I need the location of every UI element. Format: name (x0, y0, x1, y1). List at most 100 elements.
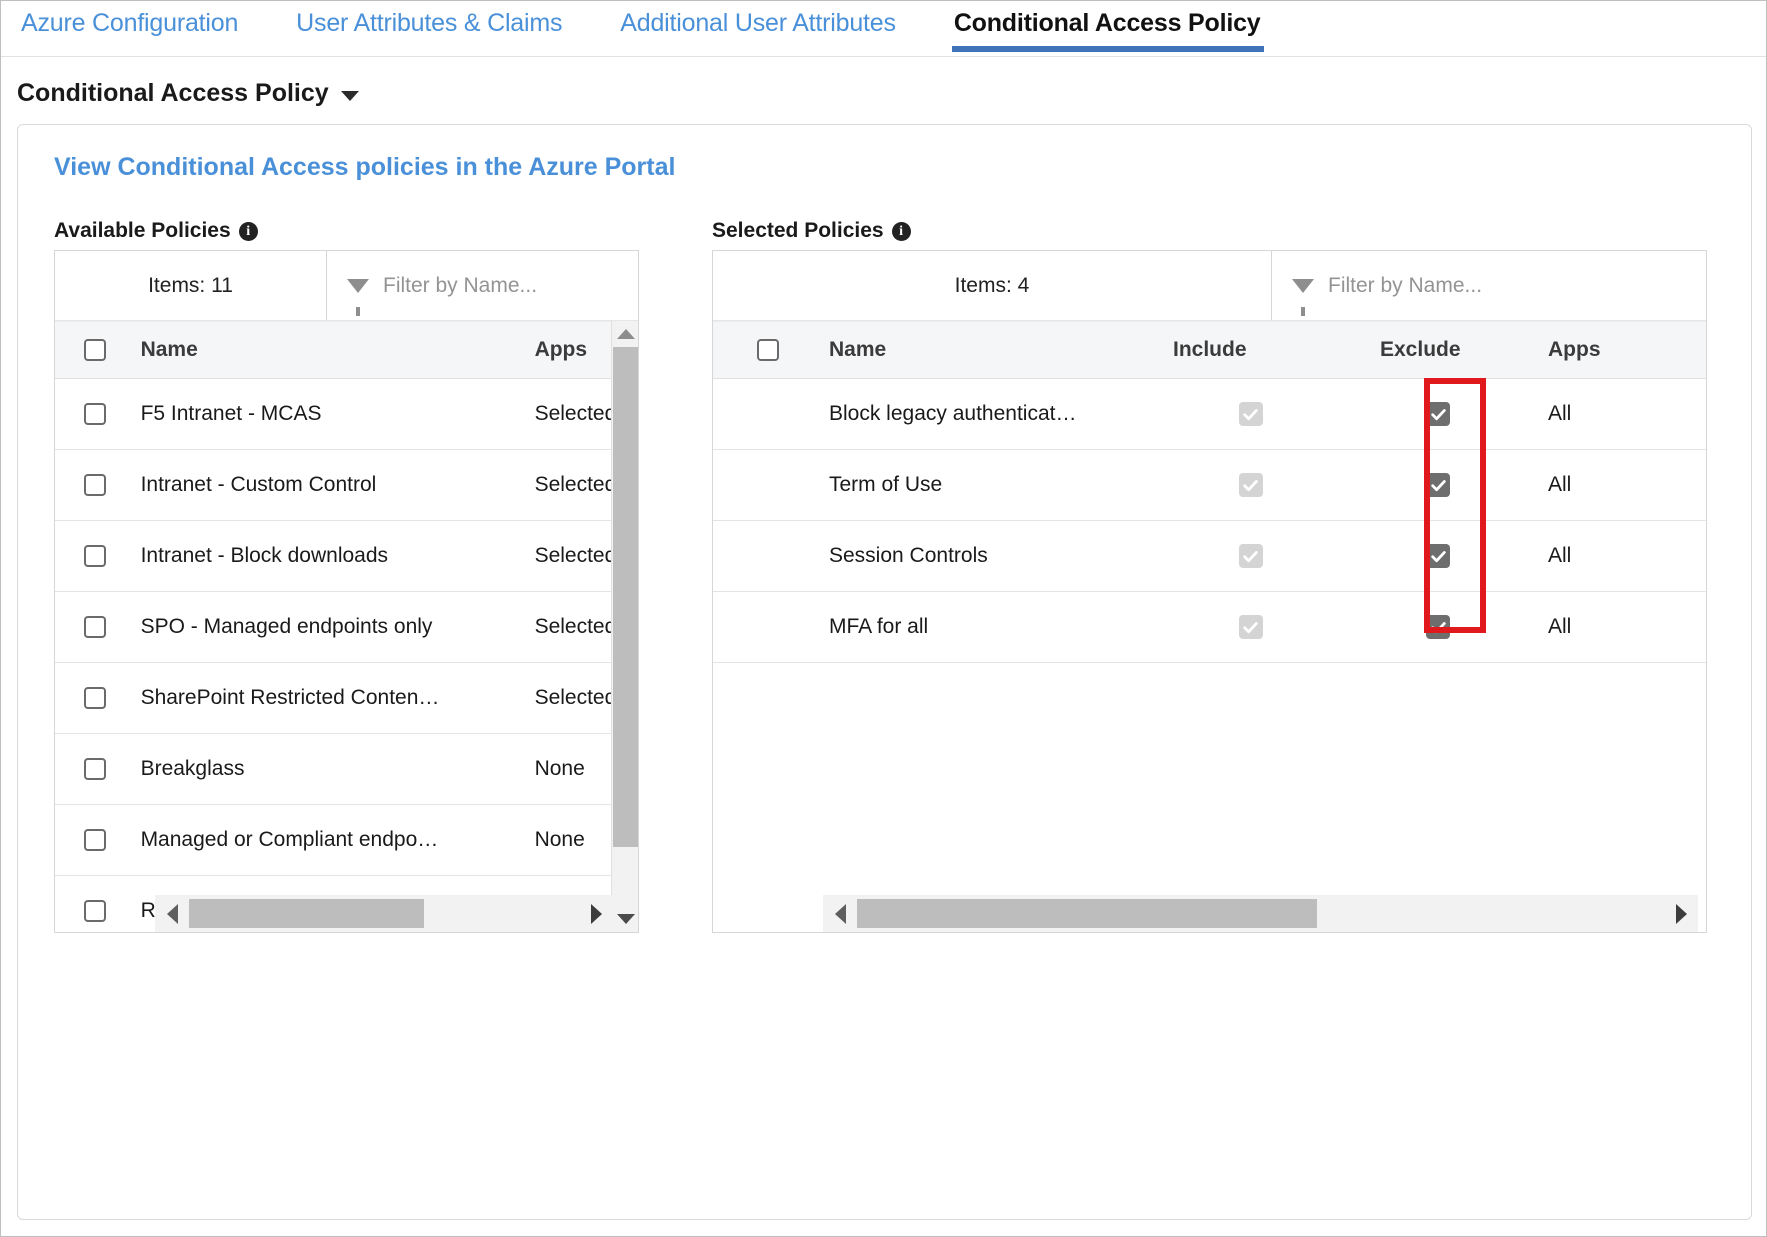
table-row[interactable]: Intranet - Custom Control Selected (55, 450, 638, 521)
row-name: MFA for all (823, 615, 1143, 639)
available-horizontal-scrollbar[interactable] (155, 895, 613, 932)
scroll-left-icon[interactable] (823, 904, 857, 924)
checkbox-exclude[interactable] (1426, 473, 1450, 497)
checkbox-row[interactable] (84, 545, 106, 567)
table-row[interactable]: SPO - Managed endpoints only Selected (55, 592, 638, 663)
selected-filter-input[interactable]: Filter by Name... (1272, 251, 1706, 320)
row-checkbox-cell[interactable] (55, 829, 135, 851)
table-row[interactable]: Session Controls All (713, 521, 1706, 592)
row-exclude-cell[interactable] (1358, 615, 1518, 639)
row-exclude-cell[interactable] (1358, 473, 1518, 497)
scroll-right-icon[interactable] (1664, 904, 1698, 924)
selected-toolbar: Items: 4 Filter by Name... (713, 251, 1706, 321)
selected-policies-table: Items: 4 Filter by Name... Name Include … (712, 250, 1707, 933)
row-include-cell (1143, 473, 1358, 497)
available-select-all-cell[interactable] (55, 339, 135, 361)
funnel-icon (1292, 279, 1314, 293)
selected-hscroll-thumb[interactable] (857, 899, 1317, 928)
table-row[interactable]: SharePoint Restricted Conten… Selected (55, 663, 638, 734)
scroll-down-icon[interactable] (612, 906, 639, 932)
available-filter-input[interactable]: Filter by Name... (327, 251, 638, 320)
available-vscroll-thumb[interactable] (613, 347, 638, 847)
checkbox-exclude[interactable] (1426, 544, 1450, 568)
selected-table-header: Name Include Exclude Apps (713, 321, 1706, 379)
row-name: F5 Intranet - MCAS (135, 402, 535, 426)
table-row[interactable]: Term of Use All (713, 450, 1706, 521)
row-checkbox-cell[interactable] (55, 616, 135, 638)
checkbox-exclude[interactable] (1426, 615, 1450, 639)
azure-portal-link[interactable]: View Conditional Access policies in the … (54, 153, 675, 182)
checkbox-row[interactable] (84, 616, 106, 638)
table-row[interactable]: F5 Intranet - MCAS Selected (55, 379, 638, 450)
tab-bar: Azure Configuration User Attributes & Cl… (1, 1, 1766, 57)
row-name: Block legacy authenticat… (823, 402, 1143, 426)
checkbox-include (1239, 544, 1263, 568)
table-row[interactable]: Block legacy authenticat… All (713, 379, 1706, 450)
selected-select-all-cell[interactable] (713, 339, 823, 361)
row-apps: All (1518, 402, 1638, 426)
scroll-left-icon[interactable] (155, 904, 189, 924)
row-include-cell (1143, 615, 1358, 639)
funnel-icon (347, 279, 369, 293)
row-exclude-cell[interactable] (1358, 402, 1518, 426)
checkbox-row[interactable] (84, 829, 106, 851)
row-include-cell (1143, 544, 1358, 568)
info-icon[interactable]: i (239, 222, 258, 241)
available-filter-placeholder: Filter by Name... (383, 274, 537, 298)
checkbox-select-all-available[interactable] (84, 339, 106, 361)
checkbox-row[interactable] (84, 474, 106, 496)
row-apps: All (1518, 473, 1638, 497)
row-checkbox-cell[interactable] (55, 403, 135, 425)
checkbox-include (1239, 615, 1263, 639)
scroll-right-icon[interactable] (579, 904, 613, 924)
page-title: Conditional Access Policy (17, 79, 329, 108)
selected-policies-label: Selected Policies i (712, 219, 911, 243)
table-row[interactable]: MFA for all All (713, 592, 1706, 663)
info-icon[interactable]: i (892, 222, 911, 241)
column-header-exclude[interactable]: Exclude (1358, 338, 1518, 362)
row-name: Term of Use (823, 473, 1143, 497)
row-name: Intranet - Custom Control (135, 473, 535, 497)
table-row[interactable]: Breakglass None (55, 734, 638, 805)
column-header-include[interactable]: Include (1143, 338, 1358, 362)
scroll-up-icon[interactable] (612, 321, 639, 347)
row-name: SPO - Managed endpoints only (135, 615, 535, 639)
row-exclude-cell[interactable] (1358, 544, 1518, 568)
checkbox-row[interactable] (84, 758, 106, 780)
column-header-apps[interactable]: Apps (1518, 338, 1638, 362)
policy-card: View Conditional Access policies in the … (17, 124, 1752, 1220)
tab-conditional-access-policy[interactable]: Conditional Access Policy (950, 1, 1283, 50)
checkbox-select-all-selected[interactable] (757, 339, 779, 361)
checkbox-include (1239, 402, 1263, 426)
tab-azure-configuration[interactable]: Azure Configuration (17, 1, 260, 50)
table-row[interactable]: Managed or Compliant endpo… None (55, 805, 638, 876)
row-checkbox-cell[interactable] (55, 758, 135, 780)
available-hscroll-thumb[interactable] (189, 899, 424, 928)
available-toolbar: Items: 11 Filter by Name... (55, 251, 638, 321)
table-row[interactable]: Intranet - Block downloads Selected (55, 521, 638, 592)
selected-horizontal-scrollbar[interactable] (823, 895, 1698, 932)
chevron-down-icon[interactable] (341, 91, 359, 101)
column-header-name[interactable]: Name (135, 338, 535, 362)
section-header[interactable]: Conditional Access Policy (1, 57, 1766, 124)
checkbox-row[interactable] (84, 900, 106, 922)
row-checkbox-cell[interactable] (55, 474, 135, 496)
available-table-header: Name Apps (55, 321, 638, 379)
tab-additional-user-attributes[interactable]: Additional User Attributes (616, 1, 918, 50)
row-checkbox-cell[interactable] (55, 687, 135, 709)
checkbox-exclude[interactable] (1426, 402, 1450, 426)
tab-user-attributes-claims[interactable]: User Attributes & Claims (292, 1, 584, 50)
checkbox-row[interactable] (84, 687, 106, 709)
available-vertical-scrollbar[interactable] (611, 321, 638, 932)
selected-items-count: Items: 4 (713, 251, 1272, 320)
row-checkbox-cell[interactable] (55, 900, 135, 922)
column-header-name[interactable]: Name (823, 338, 1143, 362)
available-policies-table: Items: 11 Filter by Name... Name Apps F5… (54, 250, 639, 933)
row-name: Intranet - Block downloads (135, 544, 535, 568)
selected-rows: Block legacy authenticat… All (713, 379, 1706, 663)
checkbox-include (1239, 473, 1263, 497)
row-checkbox-cell[interactable] (55, 545, 135, 567)
checkbox-row[interactable] (84, 403, 106, 425)
row-apps: All (1518, 615, 1638, 639)
row-apps: All (1518, 544, 1638, 568)
